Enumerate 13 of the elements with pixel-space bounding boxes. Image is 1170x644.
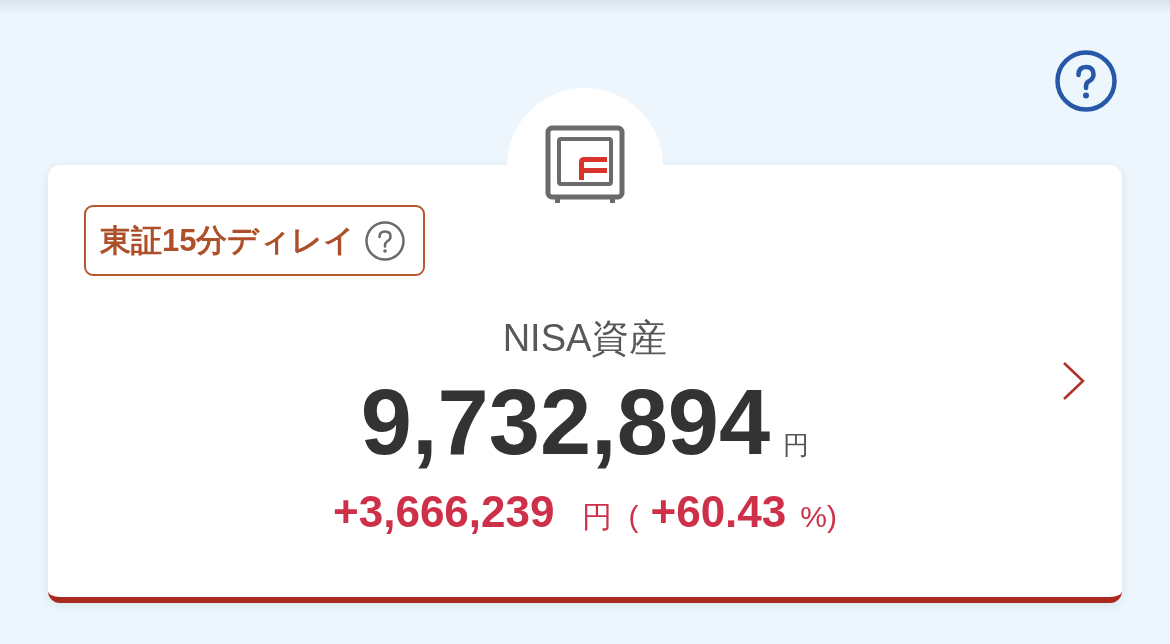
paren-open: ( bbox=[628, 500, 639, 534]
chevron-right-icon[interactable] bbox=[1062, 361, 1086, 401]
delay-info-button[interactable]: 東証15分ディレイ bbox=[84, 205, 426, 276]
gain-rate: +60.43 bbox=[650, 486, 787, 538]
currency-unit: 円 bbox=[783, 429, 810, 462]
help-icon[interactable] bbox=[1055, 50, 1117, 112]
paren-close: ) bbox=[826, 500, 837, 534]
help-icon bbox=[365, 220, 406, 261]
total-amount: 9,732,894 bbox=[360, 372, 771, 472]
card-title: NISA資産 bbox=[502, 316, 668, 361]
percent-sign: % bbox=[800, 500, 827, 534]
currency-unit: 円 bbox=[582, 499, 613, 535]
gain-amount: +3,666,239 bbox=[333, 486, 555, 538]
